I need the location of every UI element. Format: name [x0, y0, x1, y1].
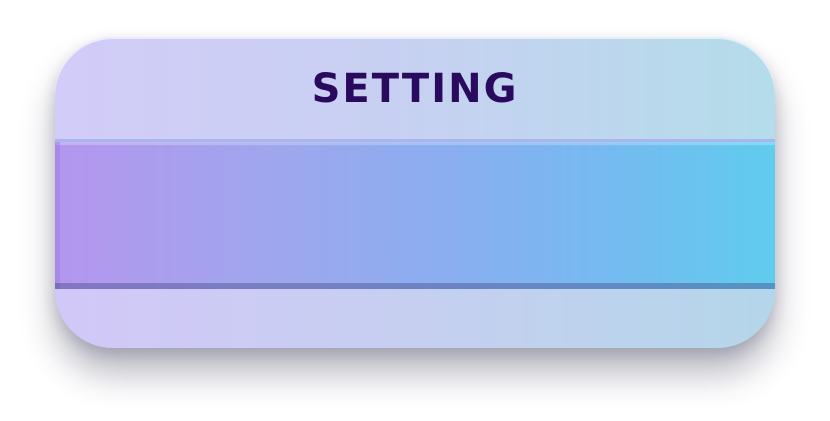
- panel-title: SETTING: [311, 66, 519, 112]
- settings-panel: SETTING: [55, 37, 775, 348]
- screen: SETTING: [0, 0, 830, 421]
- settings-panel-header: SETTING: [55, 37, 775, 139]
- settings-content-area: [55, 139, 775, 289]
- settings-panel-footer: [55, 289, 775, 348]
